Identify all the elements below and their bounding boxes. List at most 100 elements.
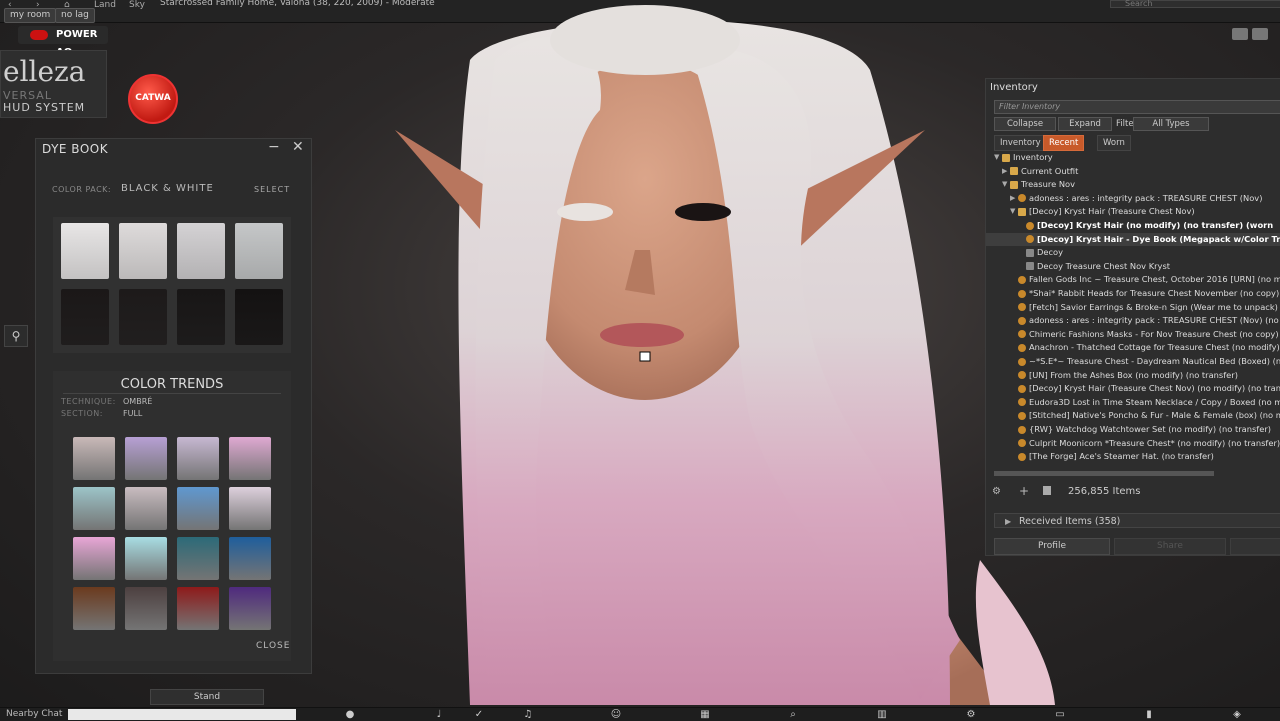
- trend-swatch[interactable]: [177, 487, 219, 530]
- bw-swatch[interactable]: [235, 289, 283, 345]
- power-ao-button[interactable]: POWER AO: [18, 26, 108, 58]
- minimize-icon[interactable]: −: [268, 139, 280, 155]
- select-pack-button[interactable]: SELECT: [254, 185, 290, 194]
- inventory-icon[interactable]: ▮: [1134, 708, 1164, 721]
- expand-arrow-icon[interactable]: ▶: [1002, 165, 1010, 178]
- camera-icon[interactable]: [1252, 28, 1268, 40]
- inventory-row[interactable]: [The Forge] Ace's Steamer Hat. (no trans…: [986, 450, 1280, 463]
- trend-swatch[interactable]: [73, 437, 115, 480]
- inventory-row[interactable]: ▼ [Decoy] Kryst Hair (Treasure Chest Nov): [986, 205, 1280, 218]
- headset-icon[interactable]: ♫: [513, 708, 543, 721]
- trend-swatch[interactable]: [229, 487, 271, 530]
- cube-icon[interactable]: [1232, 28, 1248, 40]
- tab-worn[interactable]: Worn: [1097, 135, 1131, 151]
- inventory-row[interactable]: {RW} Watchdog Watchtower Set (no modify)…: [986, 423, 1280, 436]
- forward-arrow-icon[interactable]: ›: [36, 0, 40, 10]
- tab-no-lag[interactable]: no lag: [55, 8, 95, 23]
- trend-swatch[interactable]: [177, 537, 219, 580]
- expand-button[interactable]: Expand: [1058, 117, 1112, 131]
- profile-button[interactable]: Profile: [994, 538, 1110, 555]
- expand-arrow-icon[interactable]: ▼: [1010, 205, 1018, 218]
- inventory-row[interactable]: ~*S.E*~ Treasure Chest - Daydream Nautic…: [986, 355, 1280, 368]
- settings-icon[interactable]: ⚙: [956, 708, 986, 721]
- catwa-hud-button[interactable]: CATWA: [128, 74, 178, 124]
- close-button[interactable]: CLOSE: [256, 641, 290, 651]
- bw-swatch[interactable]: [61, 289, 109, 345]
- inventory-row[interactable]: ▼ Treasure Nov: [986, 178, 1280, 191]
- map-icon[interactable]: ▦: [690, 708, 720, 721]
- trend-swatch[interactable]: [125, 587, 167, 630]
- search-input[interactable]: Search: [1110, 0, 1280, 8]
- bw-swatch[interactable]: [235, 223, 283, 279]
- inventory-row[interactable]: ▶ adoness : ares : integrity pack : TREAS…: [986, 192, 1280, 205]
- land-button[interactable]: Land: [94, 0, 116, 10]
- trend-swatch[interactable]: [73, 537, 115, 580]
- collapse-button[interactable]: Collapse: [994, 117, 1056, 131]
- inventory-row[interactable]: Anachron - Thatched Cottage for Treasure…: [986, 341, 1280, 354]
- inventory-row[interactable]: [Stitched] Native's Poncho & Fur - Male …: [986, 409, 1280, 422]
- inventory-row[interactable]: Fallen Gods Inc ~ Treasure Chest, Octobe…: [986, 273, 1280, 286]
- inventory-row[interactable]: [Decoy] Kryst Hair (no modify) (no trans…: [986, 219, 1280, 232]
- expand-arrow-icon[interactable]: ▼: [1002, 178, 1010, 191]
- trend-swatch[interactable]: [125, 487, 167, 530]
- belleza-hud[interactable]: elleza VERSAL HUD SYSTEM: [0, 50, 107, 118]
- bw-swatch[interactable]: [119, 223, 167, 279]
- received-items-toggle[interactable]: ▶ Received Items (358): [994, 513, 1280, 528]
- inventory-row[interactable]: adoness : ares : integrity pack : TREASU…: [986, 314, 1280, 327]
- inventory-row[interactable]: Chimeric Fashions Masks - For Nov Treasu…: [986, 328, 1280, 341]
- tab-inventory[interactable]: Inventory: [994, 135, 1047, 151]
- close-icon[interactable]: ✕: [292, 139, 304, 155]
- trend-swatch[interactable]: [125, 537, 167, 580]
- inventory-row[interactable]: Decoy: [986, 246, 1280, 259]
- trend-swatch[interactable]: [177, 437, 219, 480]
- inventory-row[interactable]: [UN] From the Ashes Box (no modify) (no …: [986, 369, 1280, 382]
- home-icon[interactable]: ⌂: [64, 0, 70, 10]
- type-filter-select[interactable]: All Types: [1133, 117, 1209, 131]
- expand-arrow-icon[interactable]: ▼: [994, 151, 1002, 164]
- check-icon[interactable]: ✓: [464, 708, 494, 721]
- avatar-viewport[interactable]: [310, 0, 1070, 705]
- expand-arrow-icon[interactable]: ▶: [1010, 192, 1018, 205]
- add-icon[interactable]: +: [1019, 484, 1029, 498]
- trend-swatch[interactable]: [73, 487, 115, 530]
- trend-swatch[interactable]: [229, 587, 271, 630]
- bw-swatch[interactable]: [61, 223, 109, 279]
- trend-swatch[interactable]: [177, 587, 219, 630]
- trend-swatch[interactable]: [229, 437, 271, 480]
- bw-swatch[interactable]: [177, 223, 225, 279]
- inventory-row[interactable]: [Decoy] Kryst Hair - Dye Book (Megapack …: [986, 232, 1280, 246]
- chat-input[interactable]: [68, 709, 296, 720]
- gear-icon[interactable]: ⚙: [992, 486, 1001, 497]
- trend-swatch[interactable]: [125, 437, 167, 480]
- tab-my-room[interactable]: my room: [4, 8, 57, 23]
- sky-button[interactable]: Sky: [129, 0, 145, 10]
- bw-swatch[interactable]: [177, 289, 225, 345]
- share-button[interactable]: Share: [1114, 538, 1226, 555]
- inventory-row[interactable]: Eudora3D Lost in Time Steam Necklace / C…: [986, 396, 1280, 409]
- more-button[interactable]: [1230, 538, 1280, 555]
- location-pin-icon[interactable]: ⚲: [4, 325, 28, 347]
- stand-button[interactable]: Stand: [150, 689, 264, 705]
- inventory-row[interactable]: Culprit Moonicorn *Treasure Chest* (no m…: [986, 437, 1280, 450]
- world-icon[interactable]: ◈: [1222, 708, 1252, 721]
- filter-inventory-input[interactable]: Filter Inventory: [994, 100, 1280, 114]
- back-arrow-icon[interactable]: ‹: [8, 0, 12, 10]
- mic-icon[interactable]: ♩: [424, 708, 454, 721]
- search-icon[interactable]: ⌕: [778, 708, 808, 721]
- inventory-row[interactable]: Decoy Treasure Chest Nov Kryst: [986, 260, 1280, 273]
- inventory-row[interactable]: *Shai* Rabbit Heads for Treasure Chest N…: [986, 287, 1280, 300]
- trend-swatch[interactable]: [73, 587, 115, 630]
- inventory-row[interactable]: ▼ Inventory: [986, 151, 1280, 164]
- trend-swatch[interactable]: [229, 537, 271, 580]
- inventory-row[interactable]: ▶ Current Outfit: [986, 165, 1280, 178]
- snapshot-icon[interactable]: ▭: [1045, 708, 1075, 721]
- inventory-row[interactable]: [Fetch] Savior Earrings & Broke-n Sign (…: [986, 301, 1280, 314]
- tab-recent[interactable]: Recent: [1043, 135, 1085, 151]
- inventory-row[interactable]: [Decoy] Kryst Hair (Treasure Chest Nov) …: [986, 382, 1280, 395]
- library-icon[interactable]: ▥: [867, 708, 897, 721]
- bw-swatch[interactable]: [119, 289, 167, 345]
- horizontal-scrollbar[interactable]: [994, 471, 1214, 476]
- speak-icon[interactable]: ●: [335, 708, 365, 721]
- people-icon[interactable]: ☺: [601, 708, 631, 721]
- trash-icon[interactable]: [1043, 486, 1051, 495]
